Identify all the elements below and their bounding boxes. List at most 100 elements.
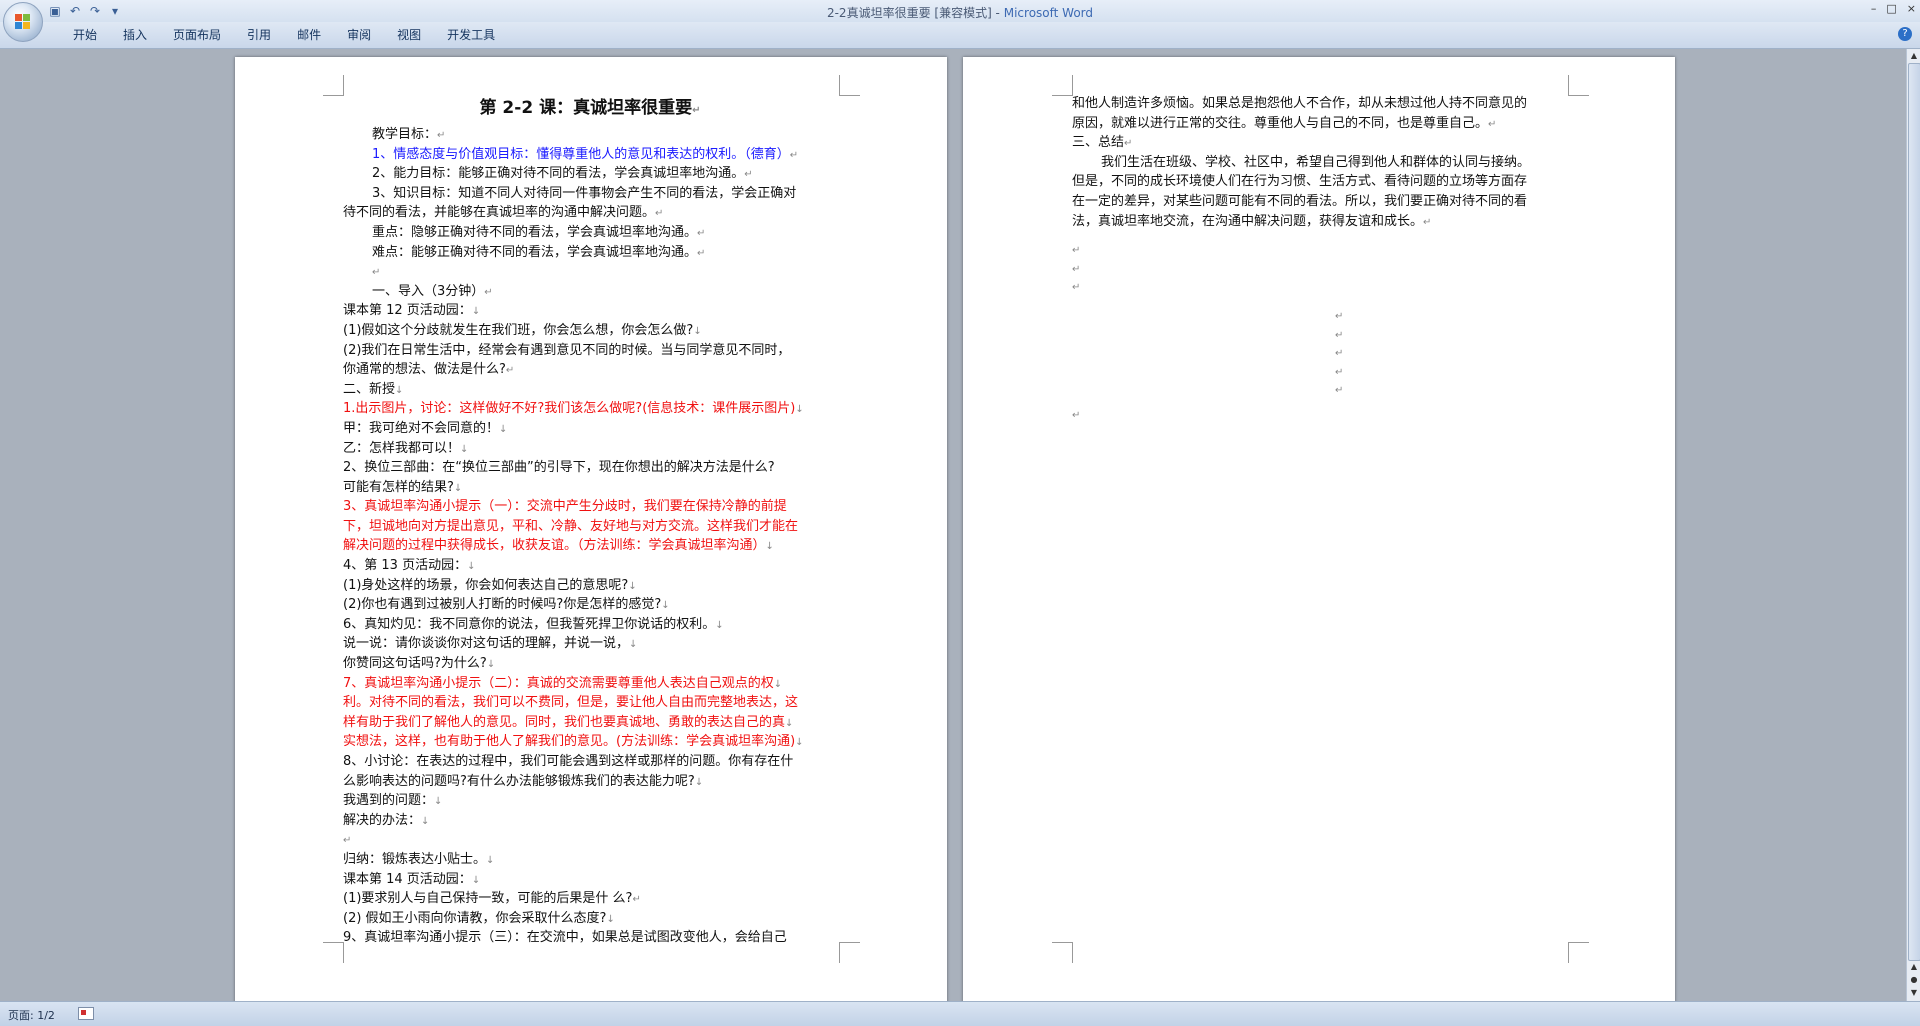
text-line: 我们生活在班级、学校、社区中，希望自己得到他人和群体的认同与接纳。 <box>1072 154 1566 174</box>
margin-corner-mark <box>1568 75 1589 96</box>
text-line: (2)我们在日常生活中，经常会有遇到意见不同的时候。当与同学意见不同时， <box>343 342 837 362</box>
text-line: 乙：怎样我都可以！↓ <box>343 440 837 460</box>
help-icon[interactable]: ? <box>1898 27 1912 41</box>
paragraph-mark: ↵ <box>1072 263 1081 275</box>
tab-home[interactable]: 开始 <box>60 27 110 43</box>
text-line: 一、导入（3分钟）↵ <box>343 283 837 303</box>
minimize-button[interactable]: – <box>1871 2 1877 15</box>
empty-paragraphs-centered: ↵ ↵ ↵ ↵ ↵ <box>1335 308 1343 401</box>
text-line: 待不同的看法，并能够在真诚坦率的沟通中解决问题。↵ <box>343 204 837 224</box>
tab-view[interactable]: 视图 <box>384 27 434 43</box>
text-line: 和他人制造许多烦恼。如果总是抱怨他人不合作，却从未想过他人持不同意见的 <box>1072 95 1566 115</box>
paragraph-mark: ↵ <box>789 149 799 161</box>
margin-corner-mark <box>323 75 344 96</box>
line-text: 归纳：锻炼表达小贴士。 <box>343 851 487 867</box>
page-1-text[interactable]: 第 2-2 课：真诚坦率很重要↵ 教学目标：↵ 1、情感态度与价值观目标：懂得尊重… <box>343 95 837 949</box>
paragraph-mark: ↵ <box>1335 385 1344 397</box>
text-line: 你通常的想法、做法是什么?↵ <box>343 361 837 381</box>
line-text: 么影响表达的问题吗?有什么办法能够锻炼我们的表达能力呢? <box>343 773 695 789</box>
line-text: 教学目标： <box>372 127 438 142</box>
paragraph-mark: ↵ <box>1335 348 1344 360</box>
text-line: 原因，就难以进行正常的交往。尊重他人与自己的不同，也是尊重自己。↵ <box>1072 115 1566 135</box>
prev-page-icon[interactable]: ▲ <box>1908 961 1920 973</box>
line-text: 难点：能够正确对待不同的看法，学会真诚坦率地沟通。 <box>372 244 698 260</box>
document-page-1[interactable]: 第 2-2 课：真诚坦率很重要↵ 教学目标：↵ 1、情感态度与价值观目标：懂得尊重… <box>235 57 947 1001</box>
browse-object-icon[interactable]: ● <box>1908 974 1920 986</box>
margin-corner-mark <box>1568 942 1589 963</box>
tab-references[interactable]: 引用 <box>234 27 284 43</box>
close-button[interactable]: × <box>1907 2 1916 15</box>
paragraph-mark: ↵ <box>697 247 706 259</box>
margin-corner-mark <box>323 942 344 963</box>
page-2-text[interactable]: 和他人制造许多烦恼。如果总是抱怨他人不合作，却从未想过他人持不同意见的 原因，就难… <box>1072 95 1566 232</box>
margin-corner-mark <box>1052 942 1073 963</box>
tab-developer[interactable]: 开发工具 <box>434 27 508 43</box>
line-text: 6、真知灼见：我不同意你的说法，但我誓死捍卫你说话的权利。 <box>343 616 716 632</box>
proofing-icon[interactable] <box>78 1007 94 1020</box>
line-text: 但是，不同的成长环境使人们在行为习惯、生活方式、看待问题的立场等方面存 <box>1072 174 1528 190</box>
text-line: 实想法，这样，也有助于他人了解我们的意见。(方法训练：学会真诚坦率沟通)↓ <box>343 733 837 753</box>
tab-mailings[interactable]: 邮件 <box>284 27 334 43</box>
page-count-status[interactable]: 页面: 1/2 <box>8 1007 55 1023</box>
text-line: 1.出示图片，讨论：这样做好不好?我们该怎么做呢?(信息技术：课件展示图片)↓ <box>343 400 837 420</box>
text-line: 样有助于我们了解他人的意见。同时，我们也要真诚地、勇敢的表达自己的真↓ <box>343 714 837 734</box>
paragraph-mark: ↵ <box>343 835 352 847</box>
tab-review[interactable]: 审阅 <box>334 27 384 43</box>
document-workspace: 第 2-2 课：真诚坦率很重要↵ 教学目标：↵ 1、情感态度与价值观目标：懂得尊重… <box>0 49 1906 1001</box>
maximize-button[interactable]: □ <box>1886 2 1896 15</box>
text-line: 1、情感态度与价值观目标：懂得尊重他人的意见和表达的权利。（德育）↵ <box>343 146 837 166</box>
text-line: 可能有怎样的结果?↓ <box>343 479 837 499</box>
text-line: (1)身处这样的场景，你会如何表达自己的意思呢?↓ <box>343 577 837 597</box>
line-text: (2) 假如王小雨向你请教，你会采取什么态度? <box>343 910 607 926</box>
paragraph-mark: ↵ <box>1072 282 1081 294</box>
line-text: 你通常的想法、做法是什么? <box>343 362 506 378</box>
text-line: (1)假如这个分歧就发生在我们班，你会怎么想，你会怎么做?↓ <box>343 322 837 342</box>
text-line: 9、真诚坦率沟通小提示（三）：在交流中，如果总是试图改变他人，会给自己 <box>343 929 837 949</box>
text-line: ↵ <box>343 263 837 283</box>
text-line: 你赞同这句话吗?为什么?↓ <box>343 655 837 675</box>
text-line: 利。对待不同的看法，我们可以不费同，但是，要让他人自由而完整地表达，这 <box>343 694 837 714</box>
line-text: (1)要求别人与自己保持一致，可能的后果是什 么? <box>343 891 633 907</box>
paragraph-mark: ↵ <box>372 267 381 279</box>
paragraph-mark: ↵ <box>1124 138 1133 150</box>
text-line: 但是，不同的成长环境使人们在行为习惯、生活方式、看待问题的立场等方面存 <box>1072 173 1566 193</box>
paragraph-mark: ↓ <box>434 796 443 808</box>
document-title: 第 2-2 课：真诚坦率很重要↵ <box>479 98 701 118</box>
paragraph-mark: ↵ <box>744 169 753 181</box>
line-text: 可能有怎样的结果? <box>343 479 454 495</box>
text-line: 课本第 12 页活动园：↓ <box>343 302 837 322</box>
vertical-scrollbar[interactable]: ▲ ▲ ● ▼ <box>1906 49 1920 1001</box>
scroll-up-icon[interactable]: ▲ <box>1908 50 1920 62</box>
window-controls: – □ × <box>1871 2 1916 15</box>
paragraph-mark: ↓ <box>715 619 724 631</box>
text-line: 重点：隐够正确对待不同的看法，学会真诚坦率地沟通。↵ <box>343 224 837 244</box>
line-text: 课本第 14 页活动园： <box>343 871 472 887</box>
text-line: 难点：能够正确对待不同的看法，学会真诚坦率地沟通。↵ <box>343 244 837 264</box>
line-text: 4、第 13 页活动园： <box>343 558 468 574</box>
paragraph-mark: ↓ <box>765 541 774 553</box>
line-text: 利。对待不同的看法，我们可以不费同，但是，要让他人自由而完整地表达，这 <box>343 695 799 711</box>
line-text: 三、总结 <box>1072 135 1125 151</box>
office-button[interactable] <box>3 2 43 42</box>
paragraph-mark: ↓ <box>486 854 495 866</box>
text-line: 二、新授↓ <box>343 381 837 401</box>
paragraph-mark: ↓ <box>453 482 463 494</box>
line-text: 解决的办法： <box>343 812 422 828</box>
document-page-2[interactable]: 和他人制造许多烦恼。如果总是抱怨他人不合作，却从未想过他人持不同意见的 原因，就难… <box>963 57 1675 1001</box>
line-text: 2、换位三部曲：在“换位三部曲”的引导下，现在你想出的解决方法是什么? <box>343 460 775 476</box>
next-page-icon[interactable]: ▼ <box>1908 987 1920 999</box>
paragraph-mark: ↵ <box>505 365 515 377</box>
tab-page-layout[interactable]: 页面布局 <box>160 27 234 43</box>
line-text: 在一定的差异，对某些问题可能有不同的看法。所以，我们要正确对待不同的看 <box>1072 193 1528 209</box>
scroll-thumb[interactable] <box>1908 63 1920 961</box>
tab-insert[interactable]: 插入 <box>110 27 160 43</box>
paragraph-mark: ↵ <box>484 286 493 298</box>
text-line: 7、真诚坦率沟通小提示（二）：真诚的交流需要尊重他人表达自己观点的权↓ <box>343 675 837 695</box>
line-text: 法，真诚坦率地交流，在沟通中解决问题，获得友谊和成长。 <box>1072 213 1424 229</box>
text-line: 解决的办法：↓ <box>343 812 837 832</box>
line-text: 原因，就难以进行正常的交往。尊重他人与自己的不同，也是尊重自己。 <box>1072 115 1489 131</box>
paragraph-mark: ↓ <box>773 678 783 690</box>
line-text: 实想法，这样，也有助于他人了解我们的意见。(方法训练：学会真诚坦率沟通) <box>343 734 796 750</box>
line-text: 2、能力目标：能够正确对待不同的看法，学会真诚坦率地沟通。 <box>372 166 745 182</box>
text-line: 三、总结↵ <box>1072 134 1566 154</box>
